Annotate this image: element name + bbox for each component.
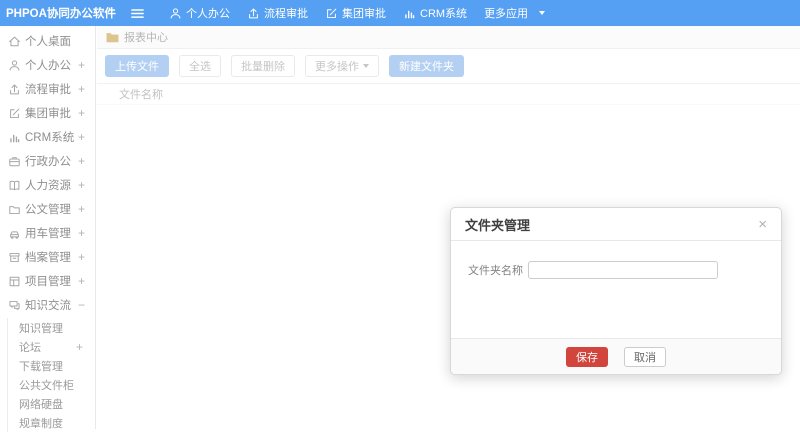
close-icon[interactable]: ×: [758, 217, 767, 232]
save-button[interactable]: 保存: [566, 346, 608, 367]
folder-name-field-row: 文件夹名称: [468, 261, 718, 279]
modal-title: 文件夹管理: [465, 217, 531, 233]
cancel-button[interactable]: 取消: [624, 346, 666, 367]
modal-header: 文件夹管理 ×: [451, 208, 781, 241]
folder-name-label: 文件夹名称: [468, 265, 523, 277]
folder-name-input[interactable]: [528, 261, 718, 279]
modal-body: 文件夹名称: [451, 241, 781, 338]
folder-management-modal: 文件夹管理 × 文件夹名称 保存 取消: [450, 207, 782, 375]
modal-footer: 保存 取消: [451, 338, 781, 374]
